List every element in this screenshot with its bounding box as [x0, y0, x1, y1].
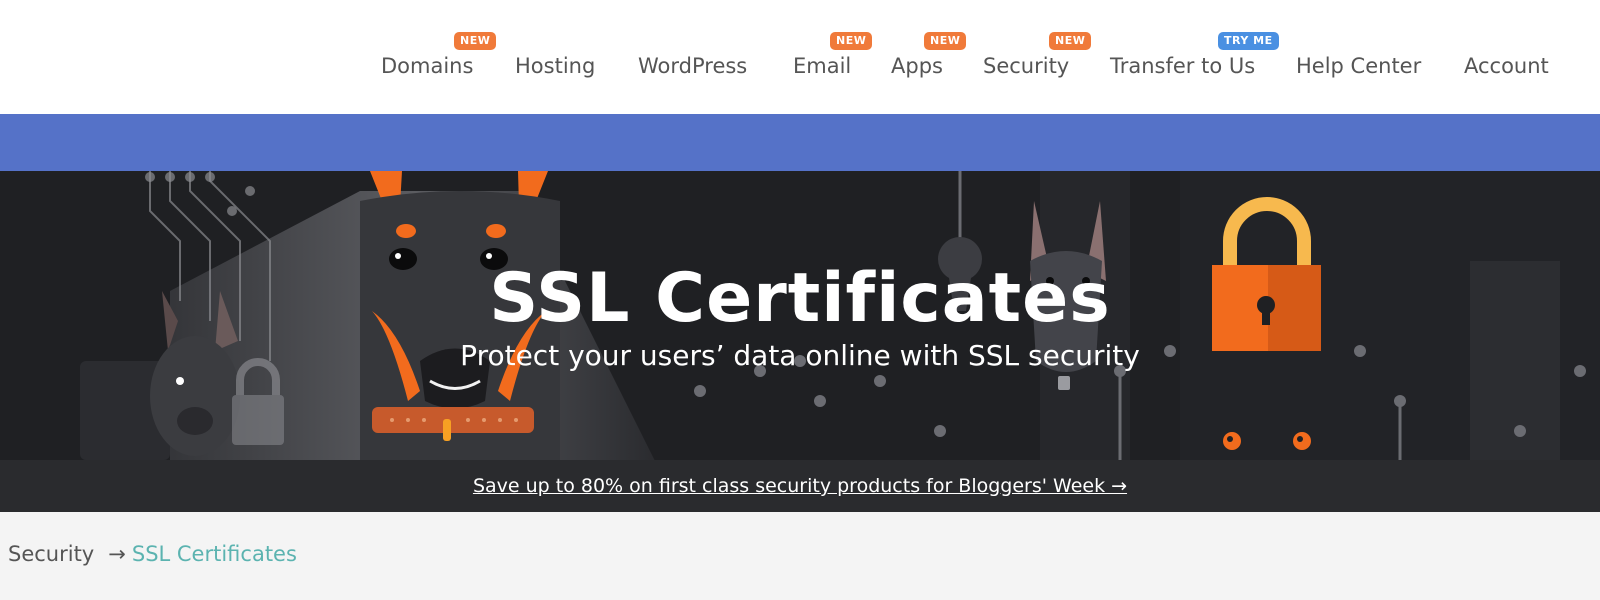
hero-title: SSL Certificates: [489, 259, 1111, 338]
nav-item-wordpress[interactable]: WordPress: [638, 48, 747, 84]
new-badge: NEW: [924, 32, 967, 50]
breadcrumb: Security → SSL Certificates: [0, 512, 1600, 600]
new-badge: NEW: [454, 32, 497, 50]
breadcrumb-security-link[interactable]: Security: [8, 542, 94, 566]
nav-item-transfer[interactable]: Transfer to Us TRY ME: [1110, 32, 1279, 84]
nav-item-label: Account: [1464, 54, 1549, 78]
blue-banner-strip: [0, 114, 1600, 171]
nav-item-hosting[interactable]: Hosting: [515, 48, 595, 84]
nav-item-label: Transfer to Us: [1110, 54, 1256, 78]
nav-item-apps[interactable]: Apps NEW: [891, 32, 967, 84]
hero-banner: SSL Certificates Protect your users’ dat…: [0, 171, 1600, 460]
nav-item-domains[interactable]: Domains NEW: [381, 32, 497, 84]
new-badge: NEW: [1049, 32, 1092, 50]
main-nav: Domains NEW Hosting WordPress Email NEW …: [0, 32, 1600, 84]
nav-item-account[interactable]: Account: [1464, 48, 1549, 84]
breadcrumb-current: SSL Certificates: [131, 542, 297, 566]
nav-item-label: WordPress: [638, 54, 748, 78]
nav-item-label: Help Center: [1296, 54, 1422, 78]
nav-item-label: Security: [983, 54, 1070, 78]
nav-item-label: Apps: [891, 54, 943, 78]
breadcrumb-arrow-icon: →: [108, 542, 126, 566]
nav-item-label: Hosting: [515, 54, 596, 78]
nav-item-help-center[interactable]: Help Center: [1296, 48, 1421, 84]
nav-item-security[interactable]: Security NEW: [983, 32, 1092, 84]
try-me-badge: TRY ME: [1218, 32, 1279, 50]
new-badge: NEW: [830, 32, 873, 50]
hero-subtitle: Protect your users’ data online with SSL…: [460, 339, 1140, 372]
site-header: Domains NEW Hosting WordPress Email NEW …: [0, 0, 1600, 114]
breadcrumb-row: Security → SSL Certificates: [8, 542, 297, 566]
nav-item-label: Email: [793, 54, 852, 78]
promo-bar: Save up to 80% on first class security p…: [0, 460, 1600, 512]
nav-item-label: Domains: [381, 54, 474, 78]
nav-item-email[interactable]: Email NEW: [793, 32, 873, 84]
promo-link[interactable]: Save up to 80% on first class security p…: [473, 475, 1127, 497]
